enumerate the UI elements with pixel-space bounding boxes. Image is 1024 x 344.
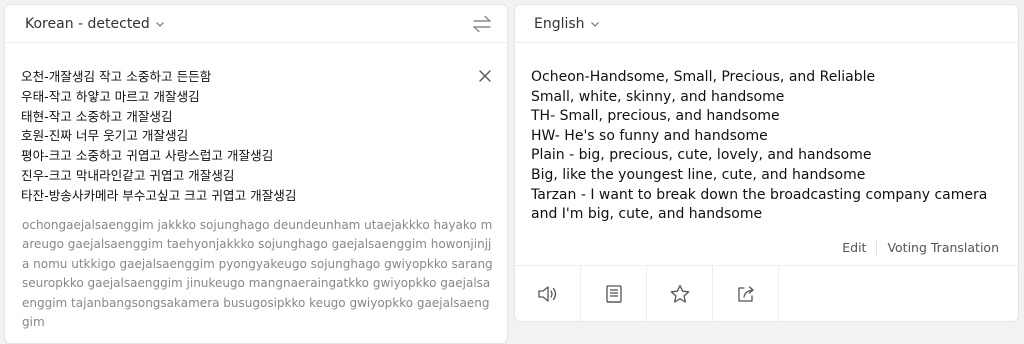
- source-text[interactable]: 오천-개잘생김 작고 소중하고 든든함 우태-작고 하얗고 마르고 개잘생김 태…: [21, 67, 461, 206]
- speaker-icon: [537, 286, 556, 302]
- swap-arrows-icon[interactable]: [471, 13, 493, 35]
- share-icon: [737, 286, 754, 302]
- source-language-label: Korean - detected: [25, 15, 150, 32]
- romanization-text: ochongaejalsaenggim jakkko sojunghago de…: [22, 218, 493, 330]
- phrasebook-button[interactable]: [581, 266, 647, 322]
- chevron-down-icon: [590, 21, 599, 27]
- share-button[interactable]: [713, 266, 779, 322]
- translation-toolbar: [515, 265, 1018, 322]
- source-header: Korean - detected: [5, 5, 507, 43]
- translation-text: Ocheon-Handsome, Small, Precious, and Re…: [531, 69, 988, 223]
- target-language-label: English: [534, 15, 585, 32]
- divider: [876, 240, 878, 255]
- edit-button[interactable]: Edit: [842, 240, 866, 255]
- translation-actions: Edit Voting Translation: [842, 240, 999, 255]
- source-panel: Korean - detected 오천-개잘생김 작고 소중하고 든든함 우태…: [4, 4, 508, 344]
- star-icon: [670, 284, 689, 303]
- book-icon: [605, 285, 622, 303]
- close-icon[interactable]: [478, 69, 492, 83]
- target-header: English: [515, 5, 1018, 43]
- favorite-button[interactable]: [647, 266, 713, 322]
- listen-button[interactable]: [515, 266, 581, 322]
- voting-translation-button[interactable]: Voting Translation: [887, 240, 999, 255]
- source-language-select[interactable]: Korean - detected: [25, 16, 165, 32]
- target-language-select[interactable]: English: [534, 16, 600, 32]
- target-panel: English Ocheon-Handsome, Small, Precious…: [514, 4, 1019, 322]
- chevron-down-icon: [155, 21, 164, 27]
